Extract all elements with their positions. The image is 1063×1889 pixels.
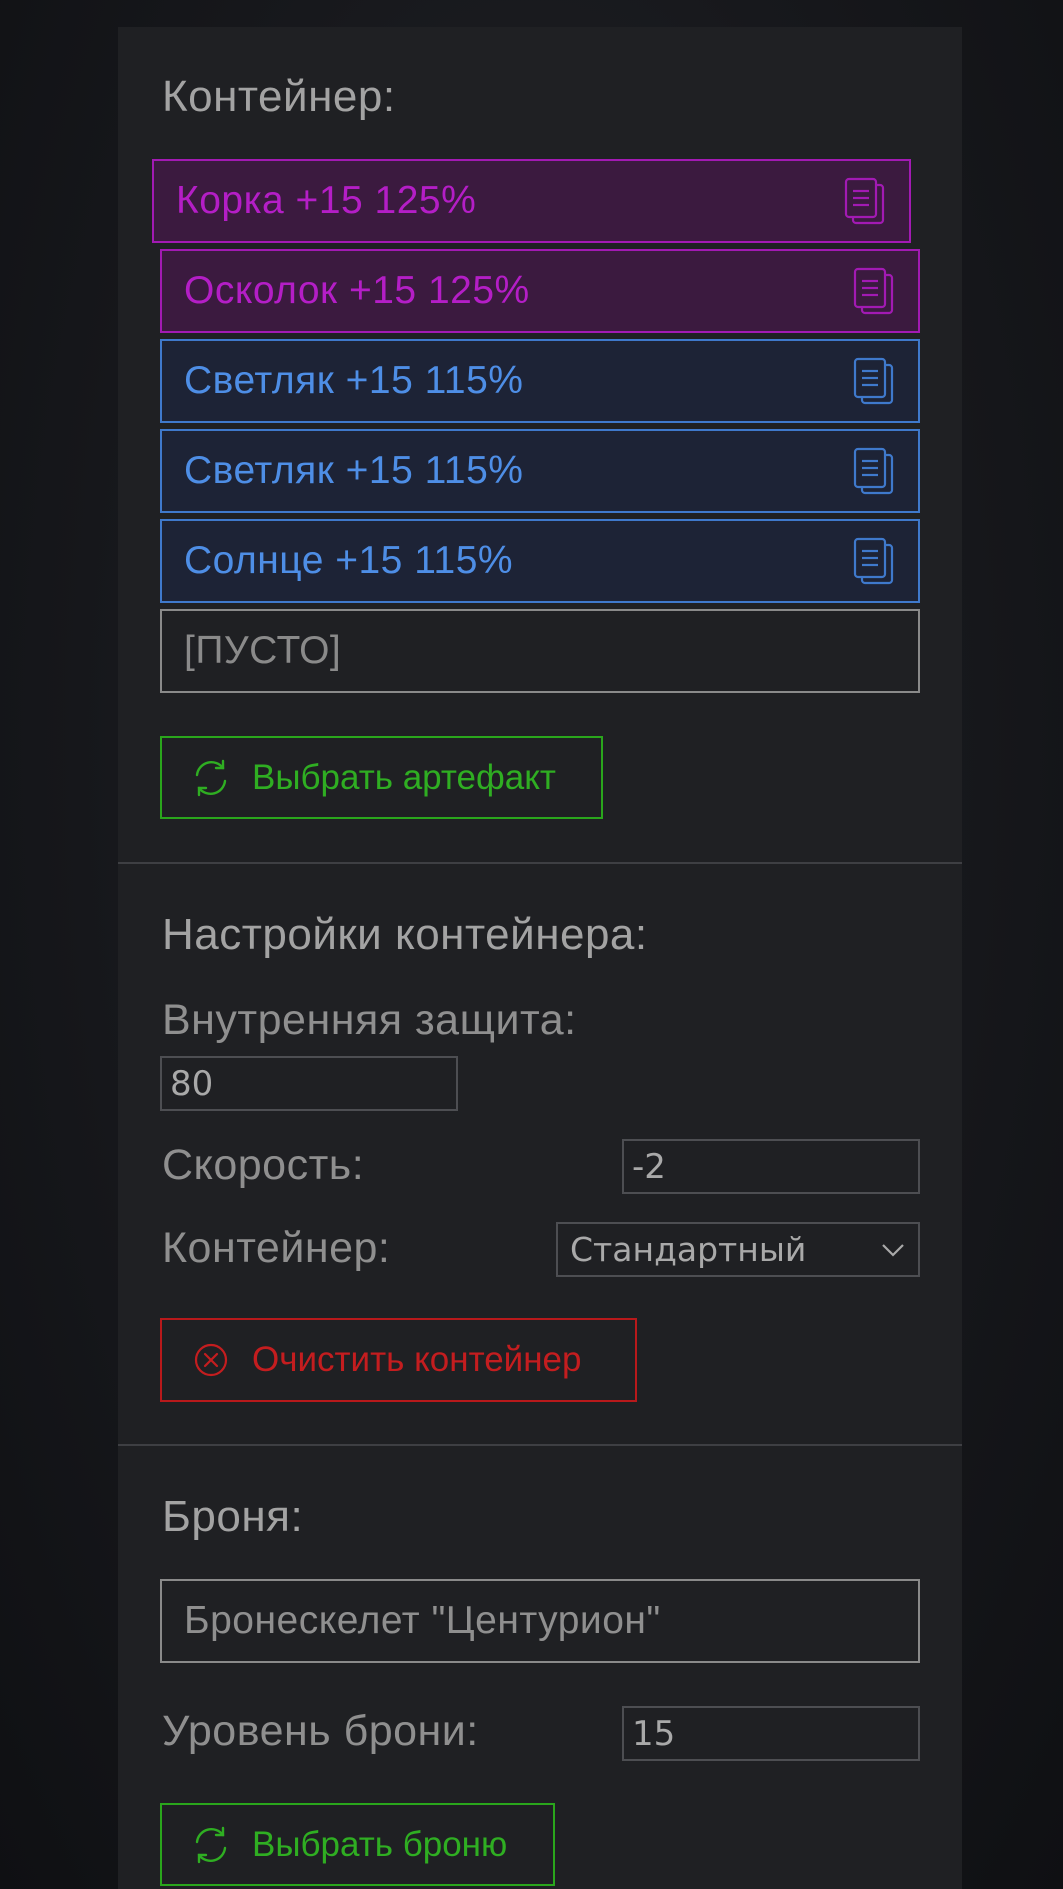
artifact-label: Светляк +15 115% [184,449,524,492]
section-divider [118,862,962,864]
copy-icon[interactable] [843,177,887,225]
artifact-slot-2[interactable]: Осколок +15 125% [160,249,920,333]
refresh-icon [195,759,227,796]
copy-icon[interactable] [852,447,896,495]
artifact-slot-1[interactable]: Корка +15 125% [152,159,911,243]
empty-slot-label: [ПУСТО] [184,629,342,672]
chevron-down-icon [882,1243,904,1257]
armor-name: Бронескелет "Центурион" [184,1599,661,1642]
close-circle-icon [194,1343,228,1377]
artifact-label: Осколок +15 125% [184,269,530,312]
armor-level-input[interactable]: 15 [622,1706,920,1761]
choose-artifact-label: Выбрать артефакт [252,757,556,797]
speed-label: Скорость: [162,1141,365,1189]
clear-container-button[interactable]: Очистить контейнер [160,1318,637,1402]
section-divider [118,1444,962,1446]
container-section-title: Контейнер: [162,72,396,121]
artifact-label: Корка +15 125% [176,179,477,222]
artifact-slot-3[interactable]: Светляк +15 115% [160,339,920,423]
inner-protection-label: Внутренняя защита: [162,996,577,1044]
armor-name-field[interactable]: Бронескелет "Центурион" [160,1579,920,1663]
armor-level-label: Уровень брони: [162,1707,479,1755]
choose-armor-label: Выбрать броню [252,1824,508,1864]
artifact-slot-4[interactable]: Светляк +15 115% [160,429,920,513]
artifact-label: Светляк +15 115% [184,359,524,402]
artifact-label: Солнце +15 115% [184,539,514,582]
container-type-select[interactable]: Стандартный [556,1222,920,1277]
speed-input[interactable]: -2 [622,1139,920,1194]
armor-section-title: Броня: [162,1492,304,1541]
copy-icon[interactable] [852,537,896,585]
clear-container-label: Очистить контейнер [252,1340,582,1379]
container-type-selected: Стандартный [570,1230,807,1269]
artifact-slot-5[interactable]: Солнце +15 115% [160,519,920,603]
refresh-icon [195,1826,227,1863]
copy-icon[interactable] [852,267,896,315]
copy-icon[interactable] [852,357,896,405]
inner-protection-input[interactable]: 80 [160,1056,458,1111]
choose-armor-button[interactable]: Выбрать броню [160,1803,555,1886]
container-type-label: Контейнер: [162,1224,391,1272]
settings-section-title: Настройки контейнера: [162,910,648,959]
choose-artifact-button[interactable]: Выбрать артефакт [160,736,603,819]
artifact-slot-empty[interactable]: [ПУСТО] [160,609,920,693]
